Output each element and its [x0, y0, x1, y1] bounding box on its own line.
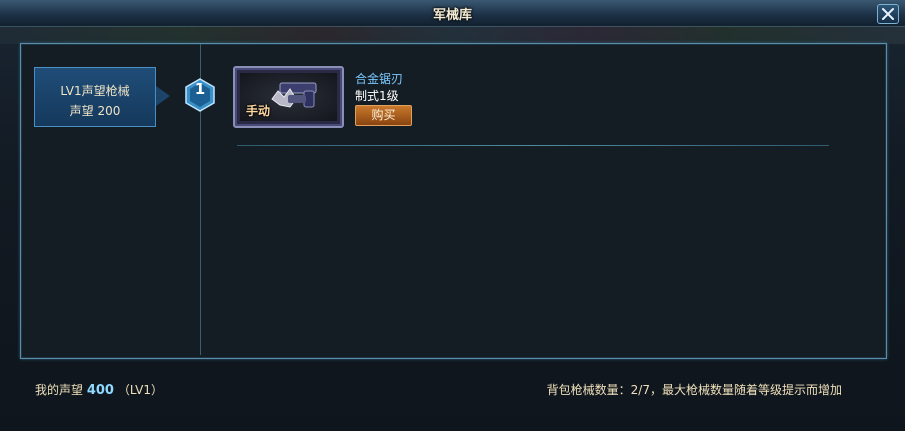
tier-arrow: [156, 86, 170, 106]
tier-badge-number: 1: [194, 80, 206, 98]
item-separator: [237, 145, 829, 146]
reputation-status: 我的声望 400 （LV1）: [35, 381, 163, 398]
item-level: 制式1级: [355, 89, 399, 103]
tier-requirement: 声望 200: [69, 104, 121, 118]
weapon-capacity-text: 背包枪械数量：2/7，最大枪械数量随着等级提示而增加: [546, 383, 842, 397]
tier-name: LV1声望枪械: [60, 84, 130, 98]
item-slot[interactable]: 手动: [233, 66, 344, 128]
saw-blade-gun-icon: [271, 82, 317, 108]
buy-button[interactable]: 购买: [355, 105, 412, 126]
reputation-level: （LV1）: [117, 383, 164, 397]
title-bar: 军械库: [0, 0, 905, 27]
reputation-label: 我的声望: [35, 383, 84, 397]
background-banner: [0, 26, 905, 44]
reputation-value: 400: [86, 383, 114, 398]
tier-tab-lv1[interactable]: LV1声望枪械 声望 200: [34, 67, 156, 127]
close-button[interactable]: [877, 4, 899, 24]
item-image-frame: 手动: [240, 73, 337, 121]
armory-window: 军械库 LV1声望枪械 声望 200 1 手动 合金锯刃 制式1级 购买 我的声…: [0, 0, 905, 431]
item-name: 合金锯刃: [355, 72, 404, 86]
item-mode-tag: 手动: [246, 104, 271, 118]
close-icon: [882, 8, 894, 20]
window-title: 军械库: [432, 8, 472, 23]
